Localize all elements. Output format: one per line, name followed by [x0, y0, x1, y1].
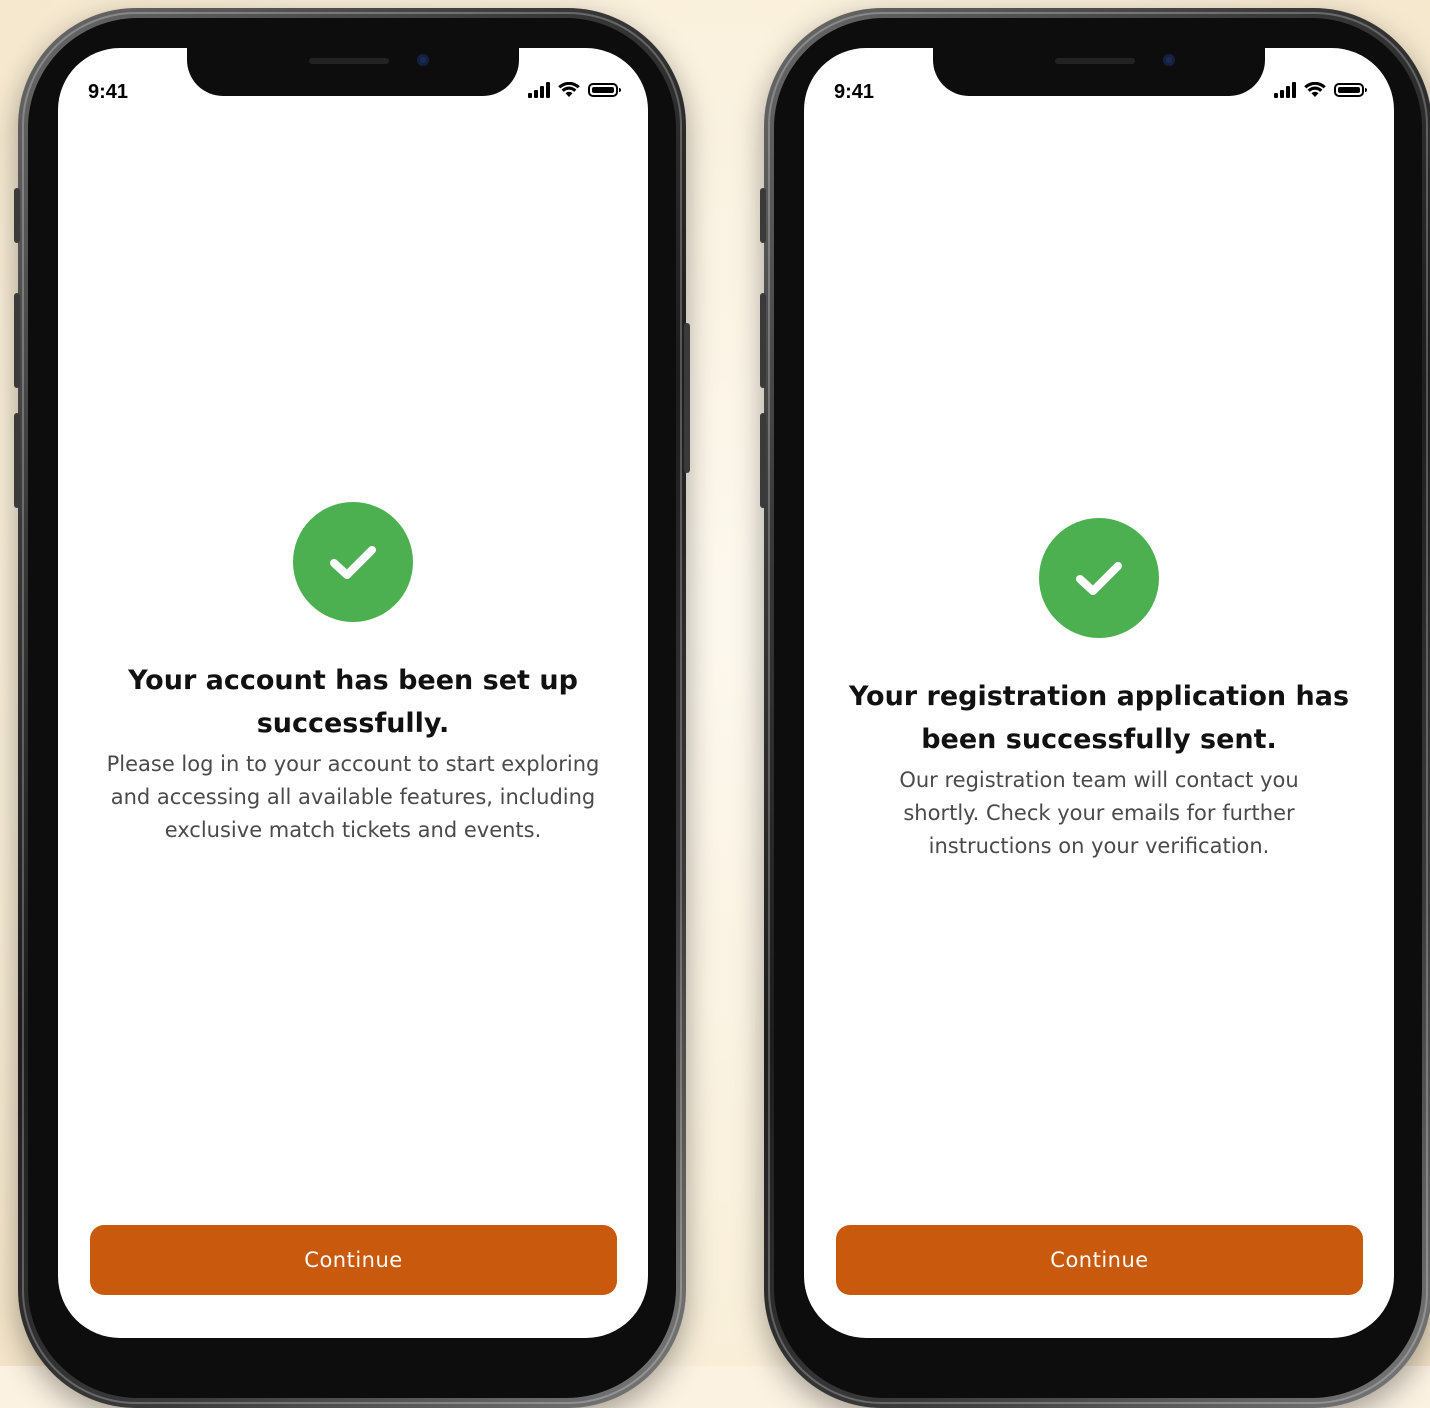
- volume-down-button: [14, 413, 20, 508]
- battery-icon: [1334, 83, 1367, 97]
- volume-up-button: [14, 293, 20, 388]
- success-headline: Your account has been set up successfull…: [128, 665, 578, 739]
- phone-mockup-account-setup: 9:41 Your account has been set up succes…: [14, 8, 690, 1408]
- front-camera: [417, 54, 429, 66]
- success-description: Please log in to your account to start e…: [106, 752, 600, 842]
- mute-switch: [760, 188, 766, 243]
- wifi-icon: [1304, 82, 1326, 97]
- volume-up-button: [760, 293, 766, 388]
- notch: [187, 48, 519, 96]
- mute-switch: [14, 188, 20, 243]
- volume-down-button: [760, 413, 766, 508]
- cellular-signal-icon: [528, 82, 550, 98]
- success-check-badge: [1039, 518, 1159, 638]
- continue-button[interactable]: Continue: [836, 1225, 1363, 1295]
- status-time: 9:41: [88, 81, 129, 103]
- success-description: Our registration team will contact you s…: [899, 768, 1299, 858]
- power-button: [684, 323, 690, 473]
- success-check-badge: [293, 502, 413, 622]
- speaker-grille: [309, 58, 389, 64]
- phone-mockup-registration-sent: 9:41 Your registration application has b…: [760, 8, 1430, 1408]
- status-icons: [1274, 78, 1367, 102]
- status-icons: [528, 78, 621, 102]
- continue-button[interactable]: Continue: [90, 1225, 617, 1295]
- checkmark-icon: [1076, 562, 1122, 595]
- screen-account-setup: 9:41 Your account has been set up succes…: [58, 48, 648, 1338]
- success-headline: Your registration application has been s…: [848, 681, 1350, 755]
- status-time: 9:41: [834, 81, 875, 103]
- battery-icon: [588, 83, 621, 97]
- cellular-signal-icon: [1274, 82, 1296, 98]
- checkmark-icon: [330, 546, 376, 579]
- front-camera: [1163, 54, 1175, 66]
- speaker-grille: [1055, 58, 1135, 64]
- wifi-icon: [558, 82, 580, 97]
- notch: [933, 48, 1265, 96]
- screen-registration-sent: 9:41 Your registration application has b…: [804, 48, 1394, 1338]
